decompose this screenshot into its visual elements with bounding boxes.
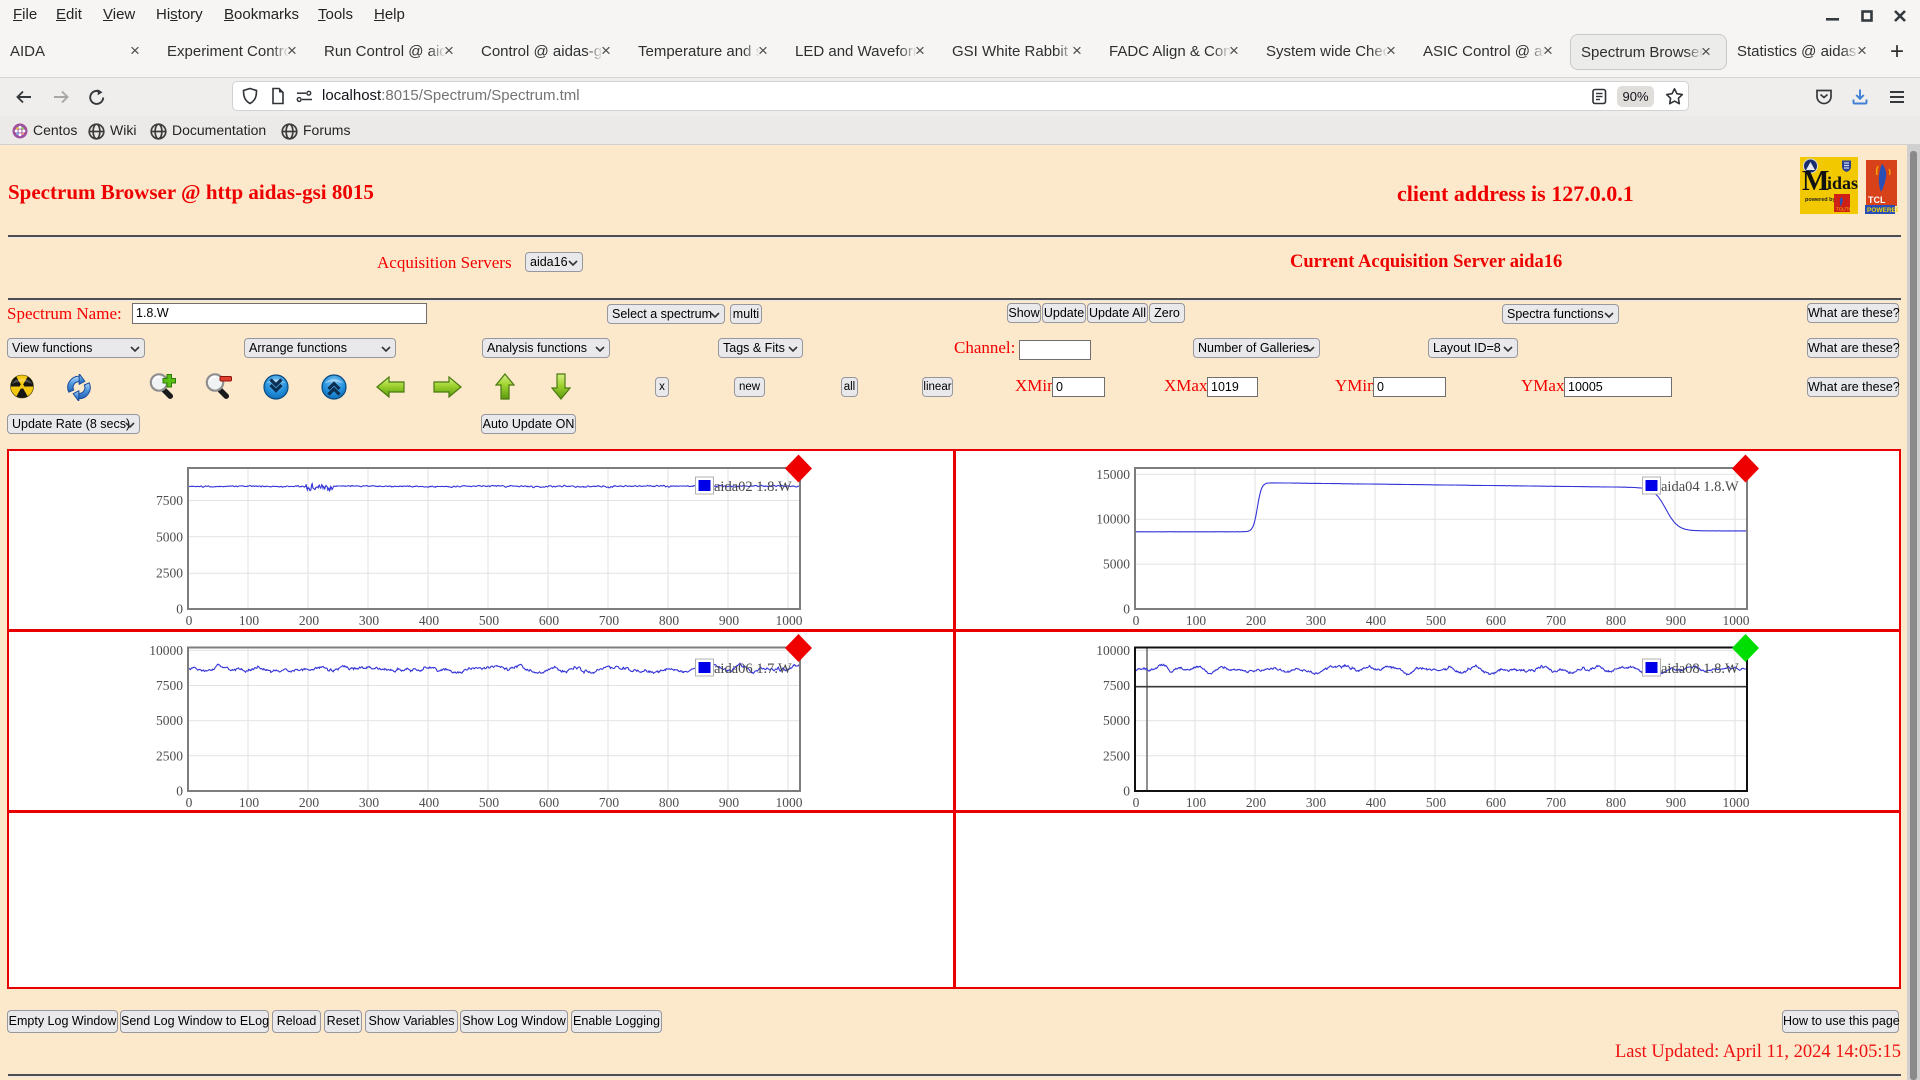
svg-text:300: 300 xyxy=(359,795,380,808)
svg-text:1000: 1000 xyxy=(1723,795,1750,808)
svg-text:900: 900 xyxy=(719,613,740,628)
svg-text:800: 800 xyxy=(1606,795,1627,808)
svg-text:700: 700 xyxy=(599,613,620,628)
svg-text:100: 100 xyxy=(239,613,260,628)
svg-text:500: 500 xyxy=(479,613,500,628)
svg-text:500: 500 xyxy=(1426,795,1447,808)
svg-text:300: 300 xyxy=(359,613,380,628)
svg-text:0: 0 xyxy=(1133,613,1140,628)
svg-text:5000: 5000 xyxy=(156,713,183,728)
svg-text:1000: 1000 xyxy=(776,795,803,808)
svg-text:0: 0 xyxy=(176,784,183,799)
svg-text:900: 900 xyxy=(1666,795,1687,808)
svg-text:500: 500 xyxy=(1426,613,1447,628)
svg-text:aida04 1.8.W: aida04 1.8.W xyxy=(1661,479,1739,495)
svg-text:7500: 7500 xyxy=(156,678,183,693)
svg-text:100: 100 xyxy=(239,795,260,808)
svg-text:600: 600 xyxy=(1486,795,1507,808)
svg-text:200: 200 xyxy=(299,613,320,628)
svg-text:2500: 2500 xyxy=(1103,748,1130,763)
svg-text:400: 400 xyxy=(419,613,440,628)
svg-text:200: 200 xyxy=(1246,795,1267,808)
svg-text:600: 600 xyxy=(539,613,560,628)
svg-text:700: 700 xyxy=(599,795,620,808)
svg-text:0: 0 xyxy=(1123,602,1130,617)
svg-text:300: 300 xyxy=(1306,613,1327,628)
svg-text:700: 700 xyxy=(1546,613,1567,628)
svg-text:400: 400 xyxy=(1366,795,1387,808)
svg-text:7500: 7500 xyxy=(1103,678,1130,693)
svg-text:TCL: TCL xyxy=(1868,195,1886,205)
svg-text:600: 600 xyxy=(1486,613,1507,628)
svg-text:TCL/TK: TCL/TK xyxy=(1836,207,1852,212)
svg-text:10000: 10000 xyxy=(1096,512,1130,527)
svg-text:10000: 10000 xyxy=(1096,643,1130,658)
svg-text:aida06 1.7.W: aida06 1.7.W xyxy=(714,661,792,677)
svg-text:400: 400 xyxy=(1366,613,1387,628)
svg-text:800: 800 xyxy=(1606,613,1627,628)
svg-text:200: 200 xyxy=(299,795,320,808)
svg-text:1000: 1000 xyxy=(776,613,803,628)
svg-text:10000: 10000 xyxy=(149,643,183,658)
svg-text:2500: 2500 xyxy=(156,566,183,581)
svg-text:900: 900 xyxy=(719,795,740,808)
svg-text:0: 0 xyxy=(1123,784,1130,799)
svg-text:100: 100 xyxy=(1186,795,1207,808)
svg-text:0: 0 xyxy=(1133,795,1140,808)
svg-text:aida02 1.8.W: aida02 1.8.W xyxy=(714,479,792,495)
svg-text:300: 300 xyxy=(1306,795,1327,808)
svg-text:700: 700 xyxy=(1546,795,1567,808)
svg-text:5000: 5000 xyxy=(1103,713,1130,728)
svg-text:5000: 5000 xyxy=(1103,557,1130,572)
svg-text:0: 0 xyxy=(186,613,193,628)
svg-text:1000: 1000 xyxy=(1723,613,1750,628)
svg-text:600: 600 xyxy=(539,795,560,808)
svg-text:5000: 5000 xyxy=(156,529,183,544)
svg-text:powered by: powered by xyxy=(1805,197,1837,203)
svg-text:7500: 7500 xyxy=(156,493,183,508)
svg-text:2500: 2500 xyxy=(156,748,183,763)
svg-text:aida08 1.8.W: aida08 1.8.W xyxy=(1661,661,1739,677)
svg-text:400: 400 xyxy=(419,795,440,808)
svg-text:POWERED: POWERED xyxy=(1867,207,1898,214)
svg-text:15000: 15000 xyxy=(1096,467,1130,482)
svg-text:idas: idas xyxy=(1827,173,1858,193)
svg-text:M: M xyxy=(1802,165,1829,197)
svg-text:0: 0 xyxy=(176,602,183,617)
svg-text:800: 800 xyxy=(659,795,680,808)
svg-text:800: 800 xyxy=(659,613,680,628)
svg-text:0: 0 xyxy=(186,795,193,808)
svg-text:100: 100 xyxy=(1186,613,1207,628)
svg-text:200: 200 xyxy=(1246,613,1267,628)
svg-text:500: 500 xyxy=(479,795,500,808)
svg-text:900: 900 xyxy=(1666,613,1687,628)
